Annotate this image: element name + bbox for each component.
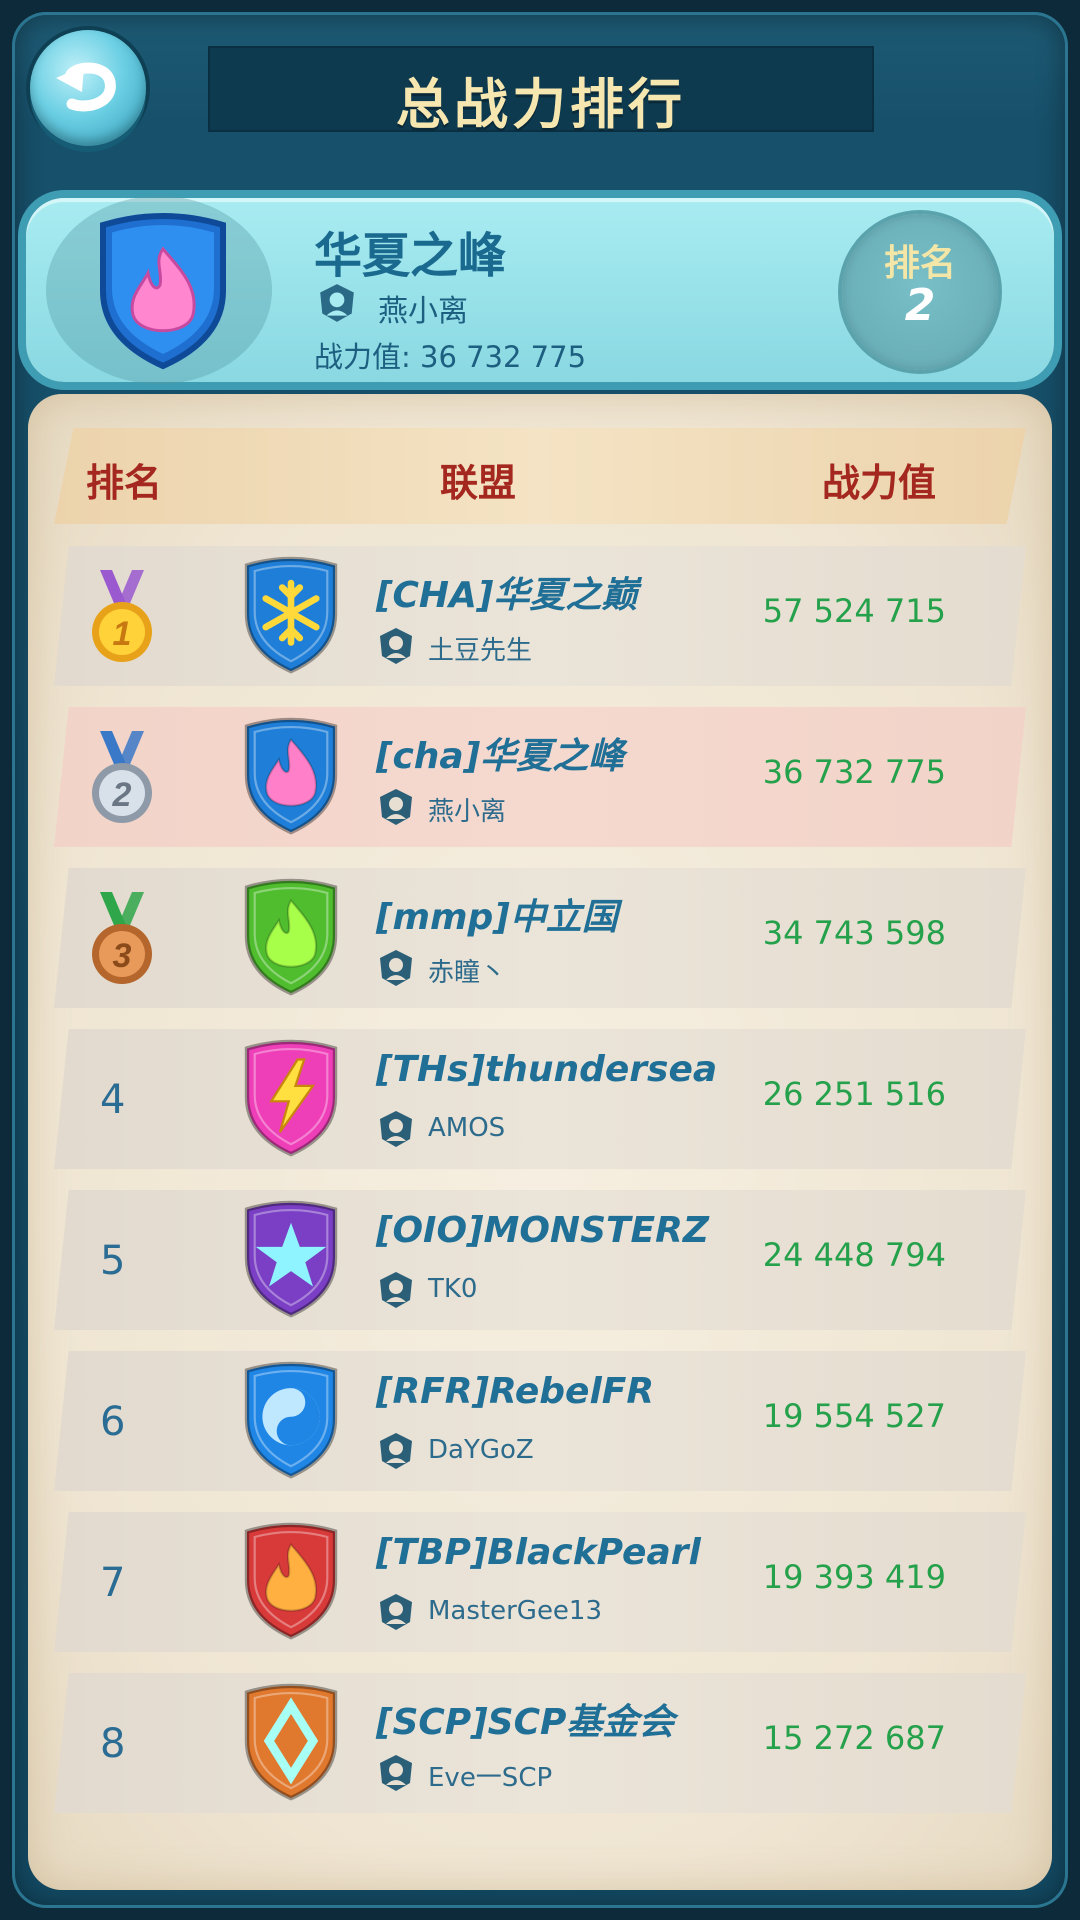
my-alliance-card: 华夏之峰 燕小离 战力值: 36 732 775 排名 2 (26, 196, 1054, 384)
fire-shield-icon (236, 715, 346, 841)
leader-name: AMOS (428, 1113, 506, 1143)
alliance-name: [mmp]中立国 (376, 897, 618, 938)
silver-medal-icon: 2 (86, 729, 158, 833)
gold-medal-icon: 1 (86, 568, 158, 672)
rank-number: 5 (100, 1238, 126, 1284)
power-value: 15 272 687 (762, 1719, 946, 1757)
alliance-name: [OIO]MONSTERZ (376, 1210, 709, 1251)
table-row[interactable]: 4 [THs]thundersea AMOS 26 251 516 (54, 1029, 1026, 1169)
header-rank: 排名 (86, 461, 163, 505)
my-alliance-power: 战力值: 36 732 775 (314, 340, 587, 374)
leader-icon (376, 1431, 416, 1475)
alliance-name: [SCP]SCP基金会 (376, 1702, 675, 1743)
yinyang-shield-icon (236, 1359, 346, 1485)
power-value: 19 554 527 (762, 1397, 946, 1435)
header-power: 战力值 (822, 461, 937, 505)
leader-icon (376, 1109, 416, 1153)
my-rank-label: 排名 (883, 243, 956, 284)
leader-icon (376, 626, 416, 670)
table-row[interactable]: 8 [SCP]SCP基金会 Eve一SCP 15 272 687 (54, 1673, 1026, 1813)
power-value: 26 251 516 (762, 1075, 946, 1113)
leader-icon (320, 284, 354, 322)
leader-icon (376, 787, 416, 831)
leader-name: 赤瞳丶 (428, 958, 507, 988)
page-title: 总战力排行 (396, 73, 686, 136)
leader-name: DaYGoZ (428, 1435, 534, 1465)
bronze-medal-icon: 3 (86, 890, 158, 994)
back-button[interactable] (30, 30, 146, 146)
table-header: 排名 联盟 战力值 (54, 428, 1026, 524)
alliance-name: [RFR]RebelFR (376, 1371, 655, 1412)
my-rank-value: 2 (904, 280, 936, 331)
snowflake-shield-icon (236, 554, 346, 680)
title-bar: 总战力排行 (208, 46, 874, 136)
header-alliance: 联盟 (440, 461, 517, 505)
power-value: 24 448 794 (762, 1236, 946, 1274)
power-value: 36 732 775 (762, 753, 946, 791)
table-row[interactable]: 5 [OIO]MONSTERZ TK0 24 448 794 (54, 1190, 1026, 1330)
leader-name: MasterGee13 (428, 1596, 603, 1626)
svg-text:1: 1 (113, 615, 132, 653)
power-value: 34 743 598 (762, 914, 946, 952)
table-row[interactable]: 7 [TBP]BlackPearl MasterGee13 19 393 419 (54, 1512, 1026, 1652)
svg-text:3: 3 (113, 937, 132, 975)
alliance-name: [cha]华夏之峰 (376, 736, 625, 777)
fire-shield-icon (236, 1520, 346, 1646)
rank-number: 4 (100, 1077, 126, 1123)
back-arrow-icon (56, 62, 116, 112)
leader-name: 燕小离 (428, 797, 507, 827)
power-value: 57 524 715 (762, 592, 946, 630)
fire-shield-icon (100, 213, 226, 370)
table-row-current-alliance[interactable]: 2 [cha]华夏之峰 燕小离 36 732 775 (54, 707, 1026, 847)
alliance-name: [THs]thundersea (376, 1049, 718, 1090)
my-rank-badge: 排名 2 (842, 214, 998, 370)
leader-icon (376, 1592, 416, 1636)
my-alliance-leader: 燕小离 (378, 294, 468, 329)
alliance-name: [CHA]华夏之巅 (376, 575, 638, 616)
leader-icon (376, 948, 416, 992)
rank-number: 7 (100, 1560, 126, 1606)
table-row[interactable]: 1 [CHA]华夏之巅 土豆先生 57 524 715 (54, 546, 1026, 686)
lightning-shield-icon (236, 1037, 346, 1163)
diamond-shield-icon (236, 1681, 346, 1807)
leader-name: TK0 (428, 1274, 478, 1304)
leader-icon (376, 1753, 416, 1797)
leader-name: 土豆先生 (428, 636, 533, 666)
star-shield-icon (236, 1198, 346, 1324)
alliance-name: [TBP]BlackPearl (376, 1532, 701, 1573)
svg-text:2: 2 (112, 776, 132, 814)
power-value: 19 393 419 (762, 1558, 946, 1596)
fire-shield-icon (236, 876, 346, 1002)
leader-name: Eve一SCP (428, 1763, 553, 1793)
leader-icon (376, 1270, 416, 1314)
rank-number: 8 (100, 1721, 126, 1767)
table-row[interactable]: 3 [mmp]中立国 赤瞳丶 34 743 598 (54, 868, 1026, 1008)
my-alliance-name: 华夏之峰 (314, 228, 507, 284)
table-row[interactable]: 6 [RFR]RebelFR DaYGoZ 19 554 527 (54, 1351, 1026, 1491)
rank-number: 6 (100, 1399, 126, 1445)
